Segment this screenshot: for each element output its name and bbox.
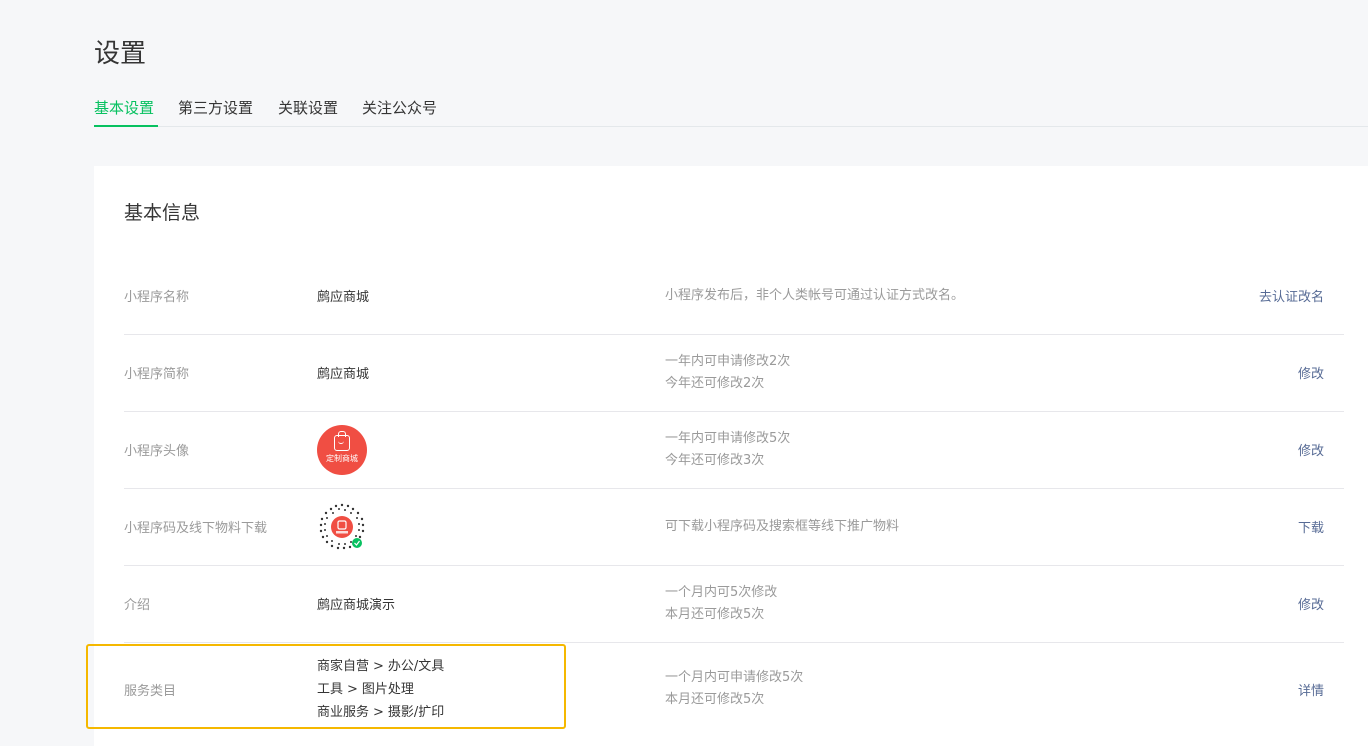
desc-line: 一个月内可5次修改 — [665, 584, 778, 600]
tab-basic-settings[interactable]: 基本设置 — [94, 96, 154, 120]
row-label: 服务类目 — [124, 683, 177, 699]
desc-line: 一年内可申请修改2次 — [665, 353, 791, 369]
row-label: 小程序码及线下物料下载 — [124, 521, 268, 536]
category-separator: > — [347, 681, 358, 697]
desc-line: 今年还可修改3次 — [665, 452, 765, 468]
row-description: 一个月内可申请修改5次 本月还可修改5次 — [665, 642, 803, 736]
row-mini-program-short-name: 小程序简称 鹧应商城 一年内可申请修改2次 今年还可修改2次 修改 — [124, 334, 1344, 412]
avatar: 定制商城 — [317, 424, 367, 475]
desc-line: 一年内可申请修改5次 — [665, 430, 791, 446]
row-description: 一年内可申请修改5次 今年还可修改3次 — [665, 411, 790, 488]
category-separator: > — [373, 704, 384, 720]
category-details-link[interactable]: 详情 — [1298, 642, 1324, 736]
avatar-text: 定制商城 — [326, 454, 358, 463]
shopping-bag-icon — [334, 431, 350, 451]
qr-cell — [317, 488, 367, 565]
category-separator: > — [373, 658, 384, 674]
category-primary: 工具 — [317, 681, 344, 697]
edit-short-name-link[interactable]: 修改 — [1298, 334, 1324, 411]
tab-follow-official-account[interactable]: 关注公众号 — [362, 96, 437, 120]
row-service-categories: 服务类目 商家自营 > 办公/文具 工具 > 图片处理 商业服务 > 摄影/扩印 一个月内可… — [124, 642, 1344, 736]
verify-rename-link[interactable]: 去认证改名 — [1259, 257, 1324, 334]
row-label: 小程序名称 — [124, 290, 190, 305]
row-introduction: 介绍 鹧应商城演示 一个月内可5次修改 本月还可修改5次 修改 — [124, 565, 1344, 643]
row-mini-program-avatar: 小程序头像 定制商城 一年内可申请修改5次 今年还可修改3次 修改 — [124, 411, 1344, 489]
introduction-value: 鹧应商城演示 — [317, 598, 396, 613]
tab-third-party-settings[interactable]: 第三方设置 — [178, 96, 253, 120]
download-link[interactable]: 下载 — [1298, 488, 1324, 565]
category-secondary: 摄影/扩印 — [387, 704, 445, 720]
section-title: 基本信息 — [124, 202, 201, 224]
active-tab-indicator — [94, 125, 158, 127]
mini-program-name-value: 鹧应商城 — [317, 290, 370, 305]
edit-introduction-link[interactable]: 修改 — [1298, 565, 1324, 642]
row-description: 可下载小程序码及搜索框等线下推广物料 — [665, 488, 899, 565]
row-description: 一个月内可5次修改 本月还可修改5次 — [665, 565, 777, 642]
row-description: 一年内可申请修改2次 今年还可修改2次 — [665, 334, 790, 411]
desc-line: 小程序发布后，非个人类帐号可通过认证方式改名。 — [665, 287, 965, 303]
category-secondary: 图片处理 — [361, 681, 414, 697]
desc-line: 今年还可修改2次 — [665, 375, 765, 391]
row-description: 小程序发布后，非个人类帐号可通过认证方式改名。 — [665, 257, 964, 334]
desc-line: 一个月内可申请修改5次 — [665, 670, 804, 685]
mini-program-short-name-value: 鹧应商城 — [317, 367, 370, 382]
desc-line: 本月还可修改5次 — [665, 692, 765, 707]
edit-avatar-link[interactable]: 修改 — [1298, 411, 1324, 488]
tab-linked-settings[interactable]: 关联设置 — [278, 96, 338, 120]
category-primary: 商家自营 — [317, 658, 370, 674]
category-secondary: 办公/文具 — [387, 658, 445, 674]
row-mini-program-name: 小程序名称 鹧应商城 小程序发布后，非个人类帐号可通过认证方式改名。 去认证改名 — [124, 257, 1344, 335]
row-mini-program-code: 小程序码及线下物料下载 可下载小程序码及搜索框等线下推广物料 下载 — [124, 488, 1344, 566]
desc-line: 可下载小程序码及搜索框等线下推广物料 — [665, 518, 900, 534]
avatar-cell: 定制商城 — [317, 411, 367, 488]
basic-info-card: 基本信息 小程序名称 鹧应商城 小程序发布后，非个人类帐号可通过认证方式改名。 … — [94, 166, 1368, 746]
settings-tabs: 基本设置 第三方设置 关联设置 关注公众号 — [94, 96, 1368, 127]
mini-program-code-icon — [317, 502, 367, 552]
row-label: 小程序简称 — [124, 367, 190, 382]
list-item: 工具 > 图片处理 — [317, 678, 414, 701]
page-title: 设置 — [94, 39, 147, 69]
category-primary: 商业服务 — [317, 704, 370, 720]
row-label: 介绍 — [124, 598, 151, 613]
service-category-list: 商家自营 > 办公/文具 工具 > 图片处理 商业服务 > 摄影/扩印 — [317, 642, 444, 736]
list-item: 商家自营 > 办公/文具 — [317, 655, 444, 678]
list-item: 商业服务 > 摄影/扩印 — [317, 701, 444, 724]
desc-line: 本月还可修改5次 — [665, 606, 765, 622]
row-label: 小程序头像 — [124, 444, 190, 459]
